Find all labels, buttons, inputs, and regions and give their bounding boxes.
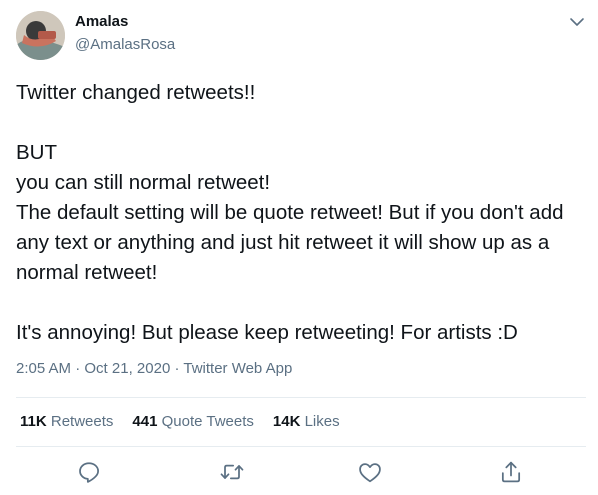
- retweet-icon[interactable]: [218, 458, 246, 486]
- retweets-label: Retweets: [46, 413, 114, 430]
- tweet-text: Twitter changed retweets!! BUT you can s…: [16, 81, 564, 344]
- share-icon[interactable]: [497, 458, 525, 486]
- tweet-time[interactable]: 2:05 AM: [16, 360, 71, 377]
- divider: [16, 446, 586, 447]
- likes-count: 14K: [272, 413, 301, 430]
- meta-separator: ·: [71, 360, 85, 377]
- reply-icon[interactable]: [75, 458, 103, 486]
- tweet-date[interactable]: Oct 21, 2020: [84, 360, 170, 377]
- likes-label: Likes: [300, 413, 340, 430]
- meta-separator: ·: [170, 360, 184, 377]
- tweet-source[interactable]: Twitter Web App: [183, 360, 292, 377]
- tweet-meta: 2:05 AM · Oct 21, 2020 · Twitter Web App: [16, 360, 292, 377]
- retweets-count: 11K: [20, 413, 47, 430]
- divider: [16, 397, 586, 398]
- engagement-stats: 11K Retweets 441 Quote Tweets 14K Likes: [20, 413, 359, 430]
- retweets-stat[interactable]: 11K Retweets: [20, 413, 113, 430]
- likes-stat[interactable]: 14K Likes: [273, 413, 340, 430]
- tweet-card: Amalas @AmalasRosa Twitter changed retwe…: [0, 0, 598, 495]
- avatar[interactable]: [16, 11, 65, 60]
- author-name[interactable]: Amalas: [75, 13, 128, 30]
- quote-tweets-label: Quote Tweets: [157, 413, 254, 430]
- author-handle[interactable]: @AmalasRosa: [75, 36, 175, 53]
- action-bar: [0, 455, 598, 489]
- heart-icon[interactable]: [356, 458, 384, 486]
- quote-tweets-count: 441: [132, 413, 158, 430]
- chevron-down-icon[interactable]: [566, 12, 588, 32]
- quote-tweets-stat[interactable]: 441 Quote Tweets: [132, 413, 253, 430]
